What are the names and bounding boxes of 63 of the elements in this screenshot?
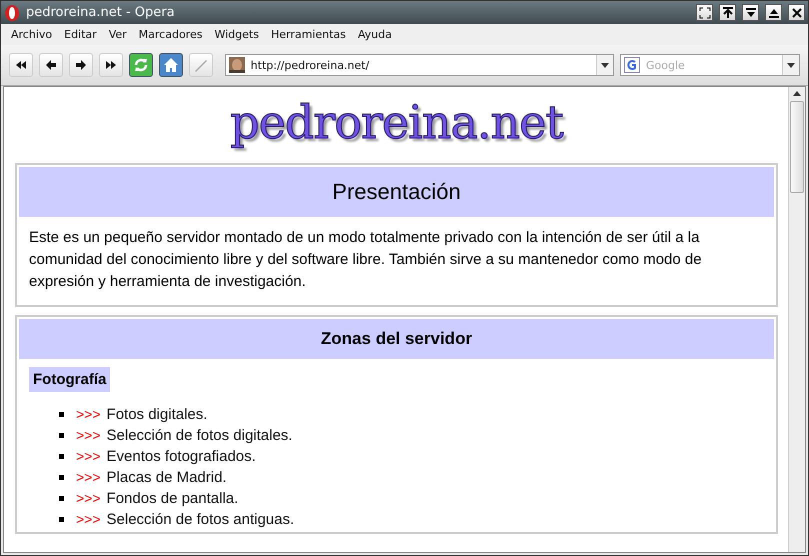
scrollbar[interactable]	[788, 87, 805, 552]
fast-forward-button[interactable]	[98, 53, 123, 77]
minimize-button[interactable]	[742, 4, 759, 21]
arrow-marker: >>>	[76, 447, 101, 466]
menu-item[interactable]: Marcadores	[132, 28, 208, 41]
window-title: pedroreina.net - Opera	[26, 5, 176, 20]
menu-item[interactable]: Widgets	[208, 28, 265, 41]
search-dropdown-button[interactable]	[782, 55, 799, 75]
page-link[interactable]: Placas de Madrid.	[106, 467, 227, 488]
subsection-heading: Fotografía	[29, 367, 110, 392]
bullet-icon	[59, 475, 64, 480]
back-button[interactable]	[38, 53, 63, 77]
arrow-marker: >>>	[76, 468, 101, 487]
bullet-icon	[59, 454, 64, 459]
home-icon	[162, 57, 179, 73]
arrow-marker: >>>	[76, 510, 101, 529]
reload-button[interactable]	[128, 53, 153, 77]
bullet-icon	[59, 412, 64, 417]
rewind-button[interactable]	[9, 53, 33, 77]
fast-forward-icon	[104, 59, 117, 71]
arrow-marker: >>>	[76, 489, 101, 508]
menu-item[interactable]: Herramientas	[264, 28, 352, 41]
raise-button[interactable]	[719, 4, 736, 21]
section-heading: Zonas del servidor	[19, 319, 774, 359]
page-link[interactable]: Fondos de pantalla.	[106, 488, 238, 509]
app-logo-icon	[4, 4, 20, 22]
rewind-icon	[14, 59, 27, 71]
menu-item[interactable]: Archivo	[5, 28, 58, 41]
site-logo: pedroreina.net	[230, 95, 563, 149]
page-link[interactable]: Selección de fotos digitales.	[106, 425, 292, 446]
triangle-down-icon	[744, 6, 756, 18]
pencil-icon	[192, 57, 209, 73]
maximize-button[interactable]	[765, 4, 782, 21]
bullet-icon	[59, 517, 64, 522]
home-button[interactable]	[158, 53, 183, 77]
arrow-up-icon	[722, 6, 734, 18]
search-field[interactable]: Google	[620, 54, 800, 76]
page-link[interactable]: Selección de fotos antiguas.	[106, 509, 294, 530]
intro-paragraph: Este es un pequeño servidor montado de un modo totalmente privado con la intención de ser útil a la comunidad del conocimiento libre y del software libre. También sirve a su mantenedor como modo de expresión y herramienta de investigación.	[29, 228, 703, 292]
forward-button[interactable]	[68, 53, 93, 77]
menu-item[interactable]: Ayuda	[352, 28, 398, 41]
fullscreen-button[interactable]	[696, 4, 713, 21]
address-field[interactable]: http://pedroreina.net/	[224, 54, 614, 76]
page-link[interactable]: Eventos fotografiados.	[106, 446, 256, 467]
back-arrow-icon	[44, 59, 57, 71]
menu-item[interactable]: Editar	[58, 28, 103, 41]
triangle-up-icon	[768, 6, 780, 18]
section-heading: Presentación	[19, 167, 774, 217]
close-icon	[790, 6, 802, 18]
menu-item[interactable]: Ver	[102, 28, 133, 41]
bullet-icon	[59, 433, 64, 438]
arrow-marker: >>>	[76, 405, 101, 424]
reload-icon	[132, 57, 149, 73]
close-button[interactable]	[788, 4, 805, 21]
address-dropdown-button[interactable]	[596, 55, 613, 75]
bullet-icon	[59, 496, 64, 501]
fullscreen-icon	[698, 6, 710, 18]
url-text: http://pedroreina.net/	[250, 58, 370, 72]
scroll-thumb[interactable]	[790, 101, 804, 193]
search-engine-icon	[624, 57, 640, 73]
arrow-marker: >>>	[76, 426, 101, 445]
page-link[interactable]: Fotos digitales.	[106, 404, 208, 425]
forward-arrow-icon	[74, 59, 87, 71]
